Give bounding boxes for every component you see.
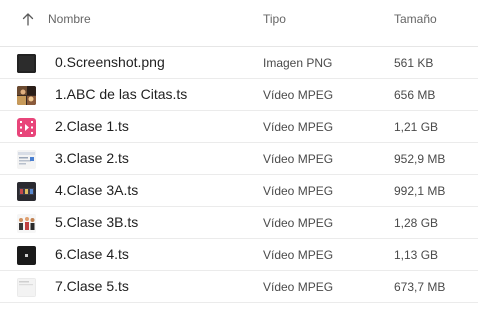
file-type: Vídeo MPEG	[263, 280, 334, 294]
column-header-type[interactable]: Tipo	[263, 12, 286, 26]
file-type: Vídeo MPEG	[263, 184, 334, 198]
file-size: 1,28 GB	[394, 216, 439, 230]
video-file-icon	[17, 118, 36, 137]
column-header-row: Nombre Tipo Tamaño	[0, 0, 478, 47]
file-size: 656 MB	[394, 88, 436, 102]
file-type: Vídeo MPEG	[263, 120, 334, 134]
file-size: 1,13 GB	[394, 248, 439, 262]
column-header-size[interactable]: Tamaño	[394, 12, 437, 26]
file-row[interactable]: 3.Clase 2.ts Vídeo MPEG 952,9 MB	[0, 143, 478, 175]
file-type: Imagen PNG	[263, 56, 333, 70]
file-name: 4.Clase 3A.ts	[55, 182, 139, 198]
file-name: 5.Clase 3B.ts	[55, 214, 139, 230]
file-name: 0.Screenshot.png	[55, 54, 165, 70]
file-type: Vídeo MPEG	[263, 248, 334, 262]
file-size: 561 KB	[394, 56, 434, 70]
file-size: 1,21 GB	[394, 120, 439, 134]
file-name: 1.ABC de las Citas.ts	[55, 86, 188, 102]
column-header-name[interactable]: Nombre	[48, 12, 91, 26]
file-row[interactable]: 4.Clase 3A.ts Vídeo MPEG 992,1 MB	[0, 175, 478, 207]
file-row[interactable]: 0.Screenshot.png Imagen PNG 561 KB	[0, 47, 478, 79]
file-size: 952,9 MB	[394, 152, 446, 166]
video-thumbnail-icon	[17, 214, 36, 233]
file-name: 6.Clase 4.ts	[55, 246, 129, 262]
file-row[interactable]: 6.Clase 4.ts Vídeo MPEG 1,13 GB	[0, 239, 478, 271]
video-thumbnail-icon	[17, 246, 36, 265]
file-list: Nombre Tipo Tamaño 0.Screenshot.png Imag…	[0, 0, 478, 324]
file-size: 992,1 MB	[394, 184, 446, 198]
file-row[interactable]: 7.Clase 5.ts Vídeo MPEG 673,7 MB	[0, 271, 478, 303]
arrow-up-icon[interactable]	[21, 11, 35, 27]
video-thumbnail-icon	[17, 150, 36, 169]
file-row[interactable]: 1.ABC de las Citas.ts Vídeo MPEG 656 MB	[0, 79, 478, 111]
file-type: Vídeo MPEG	[263, 88, 334, 102]
file-row[interactable]: 5.Clase 3B.ts Vídeo MPEG 1,28 GB	[0, 207, 478, 239]
file-size: 673,7 MB	[394, 280, 446, 294]
video-thumbnail-icon	[17, 278, 36, 297]
file-type: Vídeo MPEG	[263, 216, 334, 230]
file-name: 7.Clase 5.ts	[55, 278, 129, 294]
image-thumbnail-icon	[17, 54, 36, 73]
file-row[interactable]: 2.Clase 1.ts Vídeo MPEG 1,21 GB	[0, 111, 478, 143]
video-thumbnail-icon	[17, 182, 36, 201]
file-type: Vídeo MPEG	[263, 152, 334, 166]
file-name: 2.Clase 1.ts	[55, 118, 129, 134]
file-name: 3.Clase 2.ts	[55, 150, 129, 166]
video-thumbnail-icon	[17, 86, 36, 105]
